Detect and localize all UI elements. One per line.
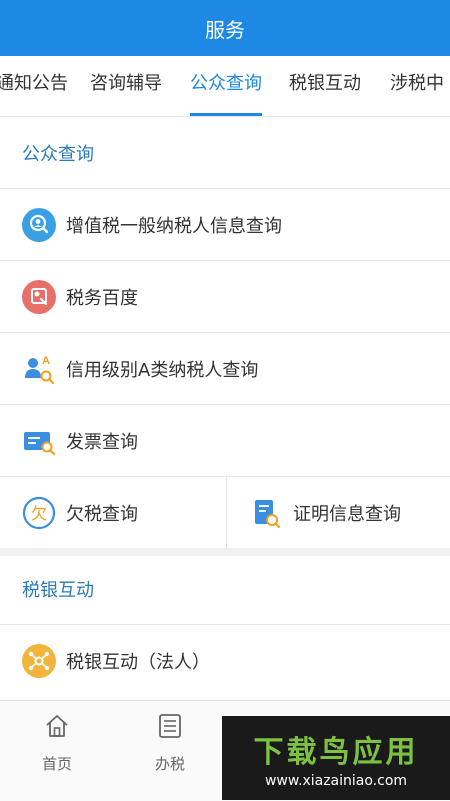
bottom-tab-home[interactable]: 首页 <box>17 709 97 774</box>
svg-text:欠: 欠 <box>31 504 47 523</box>
tab-tax-center[interactable]: 涉税中 <box>390 56 444 116</box>
list-item-label: 发票查询 <box>66 431 138 453</box>
list-item-credit-a-query[interactable]: A 信用级别A类纳税人查询 <box>0 332 450 404</box>
credit-user-icon: A <box>22 352 56 386</box>
list-item-tax-baidu[interactable]: 税务百度 <box>0 260 450 332</box>
invoice-search-icon <box>22 424 56 458</box>
page-title: 服务 <box>205 17 245 42</box>
baidu-icon <box>22 279 56 314</box>
bottom-tab-label: 首页 <box>41 755 72 773</box>
section-title-public-query: 公众查询 <box>22 144 94 165</box>
tab-notices[interactable]: 通知公告 <box>0 56 68 116</box>
list-icon <box>130 709 210 743</box>
list-item-certificate-query[interactable]: 证明信息查询 <box>226 476 450 548</box>
list-item-label: 欠税查询 <box>66 503 138 525</box>
search-person-icon <box>22 207 56 242</box>
list-item-label: 证明信息查询 <box>293 503 401 525</box>
bottom-tab-label: 办税 <box>154 755 185 773</box>
app-header: 服务 <box>0 0 450 56</box>
active-tab-indicator <box>190 113 262 116</box>
certificate-search-icon <box>249 496 283 530</box>
list-item-label: 增值税一般纳税人信息查询 <box>66 215 282 237</box>
list-item-label: 税银互动（法人） <box>66 651 210 673</box>
network-icon <box>22 643 56 678</box>
tab-consulting[interactable]: 咨询辅导 <box>90 56 162 116</box>
section-divider <box>0 548 450 556</box>
bottom-tab-tax[interactable]: 办税 <box>130 709 210 774</box>
list-item-tax-bank-legal[interactable]: 税银互动（法人） <box>0 624 450 696</box>
list-item-arrears-query[interactable]: 欠 欠税查询 <box>0 476 226 548</box>
list-item-invoice-query[interactable]: 发票查询 <box>0 404 450 476</box>
arrears-icon: 欠 <box>22 496 56 530</box>
list-item-vat-taxpayer-query[interactable]: 增值税一般纳税人信息查询 <box>0 188 450 260</box>
watermark-overlay: 下载鸟应用 www.xiazainiao.com <box>222 716 450 800</box>
watermark-url: www.xiazainiao.com <box>264 773 408 789</box>
svg-text:A: A <box>42 355 50 367</box>
tab-public-query[interactable]: 公众查询 <box>190 56 262 116</box>
tab-tax-bank[interactable]: 税银互动 <box>289 56 361 116</box>
list-item-label: 税务百度 <box>66 287 138 309</box>
category-tabs: 通知公告 咨询辅导 公众查询 税银互动 涉税中 <box>0 56 450 117</box>
list-item-label: 信用级别A类纳税人查询 <box>66 359 259 381</box>
watermark-title: 下载鸟应用 <box>253 735 419 770</box>
section-title-tax-bank: 税银互动 <box>22 580 94 601</box>
home-icon <box>17 709 97 743</box>
